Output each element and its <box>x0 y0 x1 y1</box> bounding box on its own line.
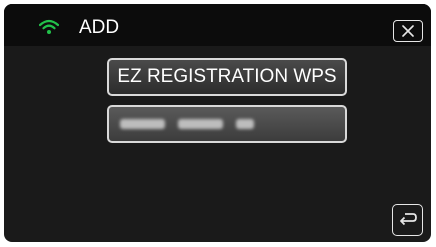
blur-segment <box>178 119 223 129</box>
page-title: ADD <box>79 17 120 38</box>
back-button[interactable] <box>392 204 423 236</box>
close-button[interactable] <box>393 20 423 42</box>
close-icon <box>402 25 414 37</box>
blurred-device-name <box>120 119 254 129</box>
ez-registration-wps-button[interactable]: EZ REGISTRATION WPS <box>107 58 347 96</box>
blur-segment <box>236 119 254 129</box>
camera-screen: ADD EZ REGISTRATION WPS <box>4 4 431 242</box>
blur-segment <box>120 119 165 129</box>
title-bar: ADD <box>4 4 431 46</box>
wifi-icon <box>39 19 59 34</box>
device-entry-button[interactable] <box>107 105 347 143</box>
return-arrow-icon <box>399 213 417 226</box>
ez-registration-wps-label: EZ REGISTRATION WPS <box>117 66 337 87</box>
